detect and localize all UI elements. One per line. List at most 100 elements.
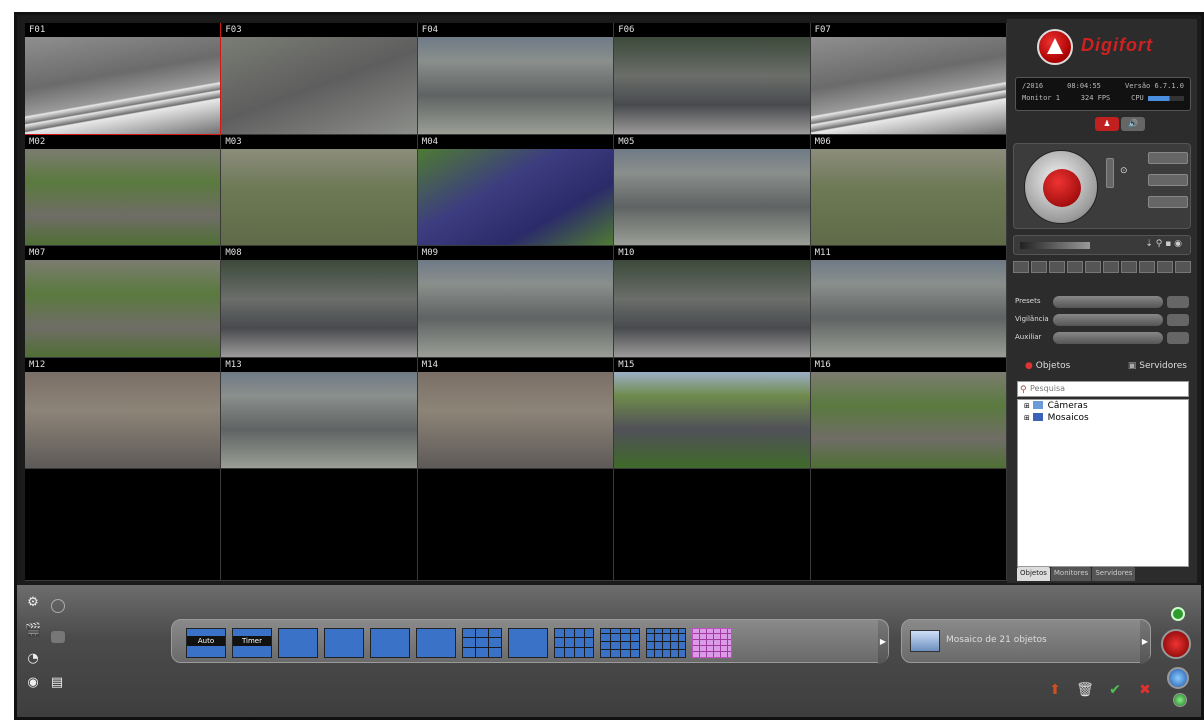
tree-item-mosaics[interactable]: ⊞ Mosaicos [1018,412,1188,424]
vigilancia-go-button[interactable] [1167,314,1189,326]
camera-tile-f01[interactable]: F01 [25,23,222,135]
export-icon[interactable]: ⬆ [1045,681,1065,699]
tab-objetos[interactable]: Objetos [1017,567,1050,581]
camera-feed [810,37,1006,134]
home-button[interactable] [1148,196,1188,208]
mosaic-layout-button[interactable] [462,628,502,658]
camera-tile-m06[interactable]: M06 [810,134,1007,247]
camera-tile-m02[interactable]: M02 [25,134,222,247]
mosaic-info-text: Mosaico de 21 objetos [946,635,1047,645]
preset-buttons[interactable] [1013,261,1191,273]
zoom-slider[interactable] [1106,158,1114,188]
vigilancia-select[interactable] [1053,314,1163,326]
search-input[interactable]: ⚲ Pesquisa [1017,381,1189,397]
camera-tile-empty[interactable] [25,469,222,581]
mosaic-layout-button[interactable] [692,628,732,658]
camera-tile-empty[interactable] [417,469,615,581]
camera-tile-m08[interactable]: M08 [221,246,418,358]
camera-tile-m07[interactable]: M07 [25,246,222,358]
camera-tile-empty[interactable] [221,469,418,581]
zoom-buttons[interactable] [1148,152,1188,164]
auxiliar-go-button[interactable] [1167,332,1189,344]
camera-tile-m10[interactable]: M10 [614,246,811,358]
camera-tile-m16[interactable]: M16 [810,357,1007,470]
mosaic-button-label: Auto [187,636,225,646]
audio-mode-button[interactable]: 🔊 [1121,117,1145,131]
mosaic-layout-button[interactable] [416,628,456,658]
servers-header[interactable]: ▣ Servidores [1128,361,1187,371]
auxiliar-label: Auxiliar [1015,333,1042,341]
status-time: 08:04:55 [1067,82,1101,90]
camera-tile-m05[interactable]: M05 [614,134,811,247]
camera-feed [417,37,614,134]
tree-item-cameras[interactable]: ⊞ Câmeras [1018,400,1188,412]
camera-label: M08 [221,246,417,261]
camera-tile-m03[interactable]: M03 [221,134,418,247]
clapper-icon[interactable]: 🎬 [25,623,41,639]
mosaic-info-arrow-button[interactable]: ▶ [1140,620,1150,664]
status-version: Versão 6.7.1.0 [1124,82,1184,90]
camera-tile-m11[interactable]: M11 [810,246,1007,358]
status-ok-icon [1171,607,1185,621]
camera-feed [221,371,417,469]
status-cpu-label: CPU [1131,94,1144,102]
confirm-icon[interactable]: ✔ [1105,681,1125,699]
camera-tile-m12[interactable]: M12 [25,357,222,470]
camera-mode-button[interactable]: ♟ [1095,117,1119,131]
camera-tile-empty[interactable] [614,469,811,581]
delete-icon[interactable]: 🗑 [1075,681,1095,699]
objects-header[interactable]: ● Objetos [1025,361,1070,371]
tab-monitores[interactable]: Monitores [1050,567,1092,581]
mosaic-layout-button[interactable] [600,628,640,658]
camera-tile-m09[interactable]: M09 [417,246,615,358]
record-toggle-icon[interactable] [51,599,65,613]
mosaic-info: Mosaico de 21 objetos ▶ [901,619,1151,664]
disk-icon[interactable]: ◔ [25,651,41,667]
mosaic-layout-button[interactable] [324,628,364,658]
focus-buttons[interactable] [1148,174,1188,186]
camera-label: M07 [25,246,221,261]
status-fps: 324 FPS [1080,94,1111,102]
mosaic-auto-button[interactable]: Auto [186,628,226,658]
camera-tile-f04[interactable]: F04 [417,23,615,135]
auxiliar-select[interactable] [1053,332,1163,344]
presets-go-button[interactable] [1167,296,1189,308]
bottom-toolbar: ⚙ 🎬 ◔ ◉ ▤ Auto Timer ▶ Mosaico de 21 obje… [17,585,1201,717]
camera-grid: F01 F03 F04 F06 F07 M02 M03 M04 M05 M06 M07 M08 M09 M… [25,23,1007,581]
camera-label: F04 [417,23,614,37]
speed-slider[interactable]: ⇣ ⚲ ▪ ◉ [1013,235,1191,255]
settings-icon[interactable]: ⚙ [25,595,41,611]
refresh-icon[interactable] [1173,693,1187,707]
camera-feed [25,148,221,246]
mosaic-scroll-right-button[interactable]: ▶ [878,620,888,664]
camera-tile-m15[interactable]: M15 [614,357,811,470]
power-button[interactable] [1161,629,1191,659]
log-icon[interactable]: ▤ [49,675,65,691]
cancel-icon[interactable]: ✖ [1135,681,1155,699]
presets-select[interactable] [1053,296,1163,308]
mosaic-timer-button[interactable]: Timer [232,628,272,658]
camera-tile-f07[interactable]: F07 [810,23,1007,135]
camera-label: F03 [221,23,417,37]
mosaic-layout-button[interactable] [278,628,318,658]
mosaic-layout-button[interactable] [554,628,594,658]
mosaic-thumbnail [910,630,940,652]
ptz-joystick[interactable] [1024,150,1098,224]
grid-view-icon[interactable] [51,631,65,643]
camera-feed [614,260,810,357]
camera-tile-f06[interactable]: F06 [614,23,811,135]
eye-icon[interactable]: ◉ [25,675,41,691]
mosaic-layout-button[interactable] [370,628,410,658]
camera-tile-m13[interactable]: M13 [221,357,418,470]
camera-feed [614,371,810,469]
mosaic-layout-button[interactable] [508,628,548,658]
camera-tile-m04[interactable]: M04 [417,134,615,247]
camera-label: M12 [25,357,221,372]
tab-servidores[interactable]: Servidores [1092,567,1136,581]
camera-tile-empty[interactable] [810,469,1007,581]
camera-tile-f03[interactable]: F03 [221,23,418,135]
camera-feed [810,148,1006,246]
mosaic-layout-button[interactable] [646,628,686,658]
globe-icon[interactable] [1167,667,1189,689]
camera-tile-m14[interactable]: M14 [417,357,615,470]
